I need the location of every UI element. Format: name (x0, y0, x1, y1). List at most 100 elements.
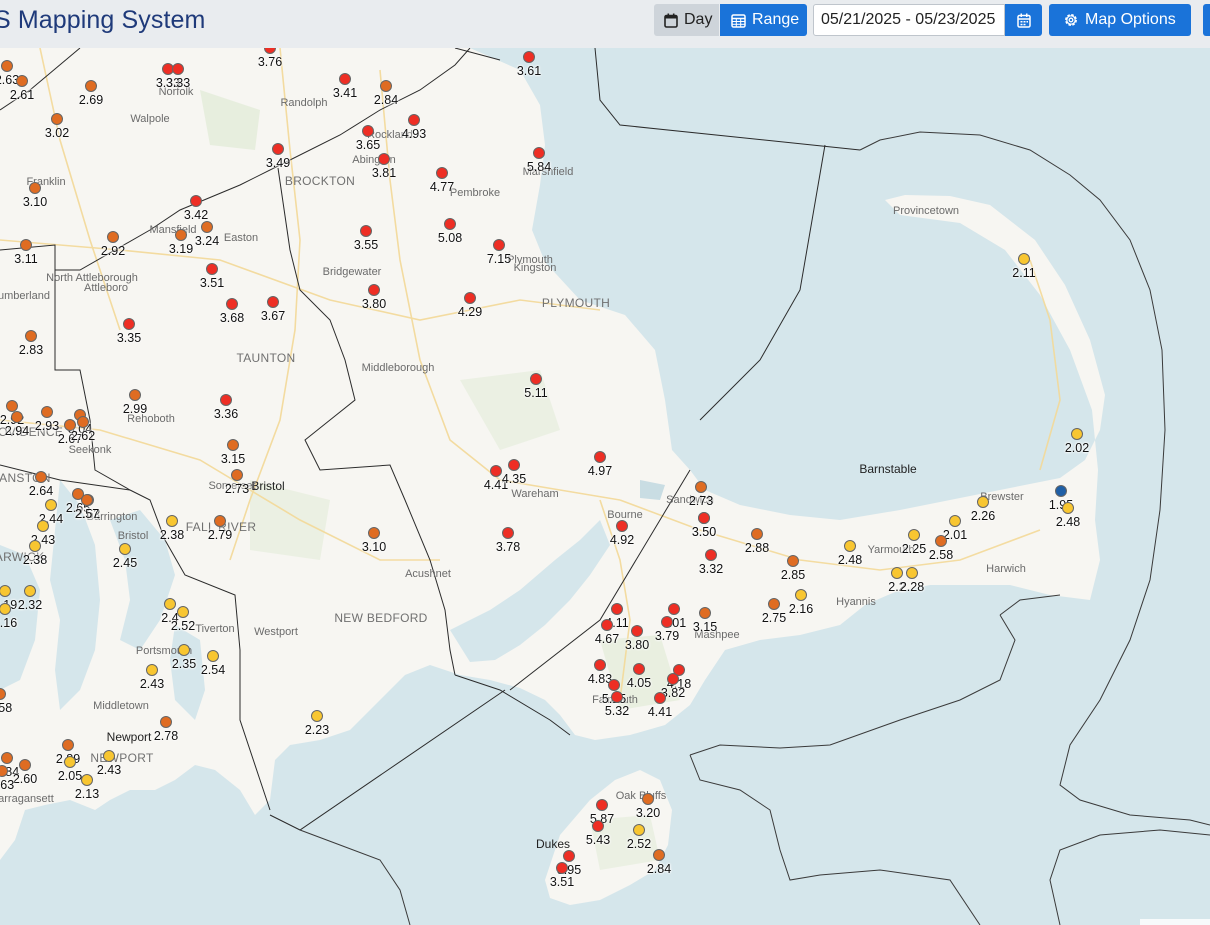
station-marker[interactable] (844, 540, 856, 552)
station-marker[interactable] (698, 512, 710, 524)
station-marker[interactable] (633, 824, 645, 836)
station-marker[interactable] (77, 416, 89, 428)
station-marker[interactable] (1071, 428, 1083, 440)
station-marker[interactable] (949, 515, 961, 527)
station-marker[interactable] (891, 567, 903, 579)
station-marker[interactable] (37, 520, 49, 532)
station-marker[interactable] (380, 80, 392, 92)
station-marker[interactable] (220, 394, 232, 406)
station-marker[interactable] (1055, 485, 1067, 497)
station-marker[interactable] (795, 589, 807, 601)
station-marker[interactable] (207, 650, 219, 662)
station-marker[interactable] (146, 664, 158, 676)
station-marker[interactable] (311, 710, 323, 722)
station-marker[interactable] (81, 774, 93, 786)
station-marker[interactable] (339, 73, 351, 85)
station-marker[interactable] (1, 60, 13, 72)
station-marker[interactable] (177, 606, 189, 618)
station-marker[interactable] (596, 799, 608, 811)
station-marker[interactable] (19, 759, 31, 771)
station-marker[interactable] (751, 528, 763, 540)
station-marker[interactable] (172, 63, 184, 75)
rainfall-map[interactable]: Norfolk Randolph Walpole Franklin BROCKTON Ab… (0, 48, 1210, 925)
station-marker[interactable] (25, 330, 37, 342)
date-picker-button[interactable] (1005, 4, 1042, 36)
station-marker[interactable] (123, 318, 135, 330)
station-marker[interactable] (85, 80, 97, 92)
station-marker[interactable] (1, 752, 13, 764)
station-marker[interactable] (444, 218, 456, 230)
station-marker[interactable] (908, 529, 920, 541)
station-marker[interactable] (556, 862, 568, 874)
station-marker[interactable] (616, 520, 628, 532)
station-marker[interactable] (206, 263, 218, 275)
station-marker[interactable] (45, 499, 57, 511)
station-marker[interactable] (175, 229, 187, 241)
station-marker[interactable] (107, 231, 119, 243)
station-marker[interactable] (231, 469, 243, 481)
station-marker[interactable] (935, 535, 947, 547)
station-marker[interactable] (267, 296, 279, 308)
station-marker[interactable] (601, 619, 613, 631)
station-marker[interactable] (653, 849, 665, 861)
station-marker[interactable] (214, 515, 226, 527)
station-marker[interactable] (368, 284, 380, 296)
station-marker[interactable] (362, 125, 374, 137)
station-marker[interactable] (24, 585, 36, 597)
station-marker[interactable] (29, 540, 41, 552)
station-marker[interactable] (129, 389, 141, 401)
station-marker[interactable] (594, 451, 606, 463)
station-marker[interactable] (378, 153, 390, 165)
station-marker[interactable] (178, 644, 190, 656)
station-marker[interactable] (493, 239, 505, 251)
station-marker[interactable] (64, 419, 76, 431)
station-marker[interactable] (977, 496, 989, 508)
station-marker[interactable] (201, 221, 213, 233)
station-marker[interactable] (1062, 502, 1074, 514)
station-marker[interactable] (631, 625, 643, 637)
station-marker[interactable] (523, 51, 535, 63)
station-marker[interactable] (787, 555, 799, 567)
station-marker[interactable] (436, 167, 448, 179)
station-marker[interactable] (20, 239, 32, 251)
station-marker[interactable] (464, 292, 476, 304)
station-marker[interactable] (530, 373, 542, 385)
station-marker[interactable] (654, 692, 666, 704)
extra-toolbar-button[interactable] (1203, 4, 1210, 36)
station-marker[interactable] (62, 739, 74, 751)
station-marker[interactable] (594, 659, 606, 671)
station-marker[interactable] (668, 603, 680, 615)
station-marker[interactable] (695, 481, 707, 493)
day-mode-button[interactable]: Day (654, 4, 719, 36)
station-marker[interactable] (368, 527, 380, 539)
station-marker[interactable] (35, 471, 47, 483)
station-marker[interactable] (642, 793, 654, 805)
station-marker[interactable] (16, 75, 28, 87)
station-marker[interactable] (103, 750, 115, 762)
station-marker[interactable] (408, 114, 420, 126)
station-marker[interactable] (502, 527, 514, 539)
station-marker[interactable] (64, 756, 76, 768)
station-marker[interactable] (41, 406, 53, 418)
station-marker[interactable] (166, 515, 178, 527)
station-marker[interactable] (633, 663, 645, 675)
station-marker[interactable] (29, 182, 41, 194)
station-marker[interactable] (661, 616, 673, 628)
station-marker[interactable] (164, 598, 176, 610)
station-marker[interactable] (160, 716, 172, 728)
station-marker[interactable] (533, 147, 545, 159)
station-marker[interactable] (508, 459, 520, 471)
station-marker[interactable] (699, 607, 711, 619)
station-marker[interactable] (81, 494, 93, 506)
station-marker[interactable] (608, 679, 620, 691)
station-marker[interactable] (1018, 253, 1030, 265)
station-marker[interactable] (190, 195, 202, 207)
station-marker[interactable] (667, 673, 679, 685)
map-options-button[interactable]: Map Options (1049, 4, 1191, 36)
station-marker[interactable] (611, 691, 623, 703)
date-range-input[interactable] (813, 4, 1005, 36)
station-marker[interactable] (11, 411, 23, 423)
station-marker[interactable] (563, 850, 575, 862)
station-marker[interactable] (119, 543, 131, 555)
station-marker[interactable] (768, 598, 780, 610)
